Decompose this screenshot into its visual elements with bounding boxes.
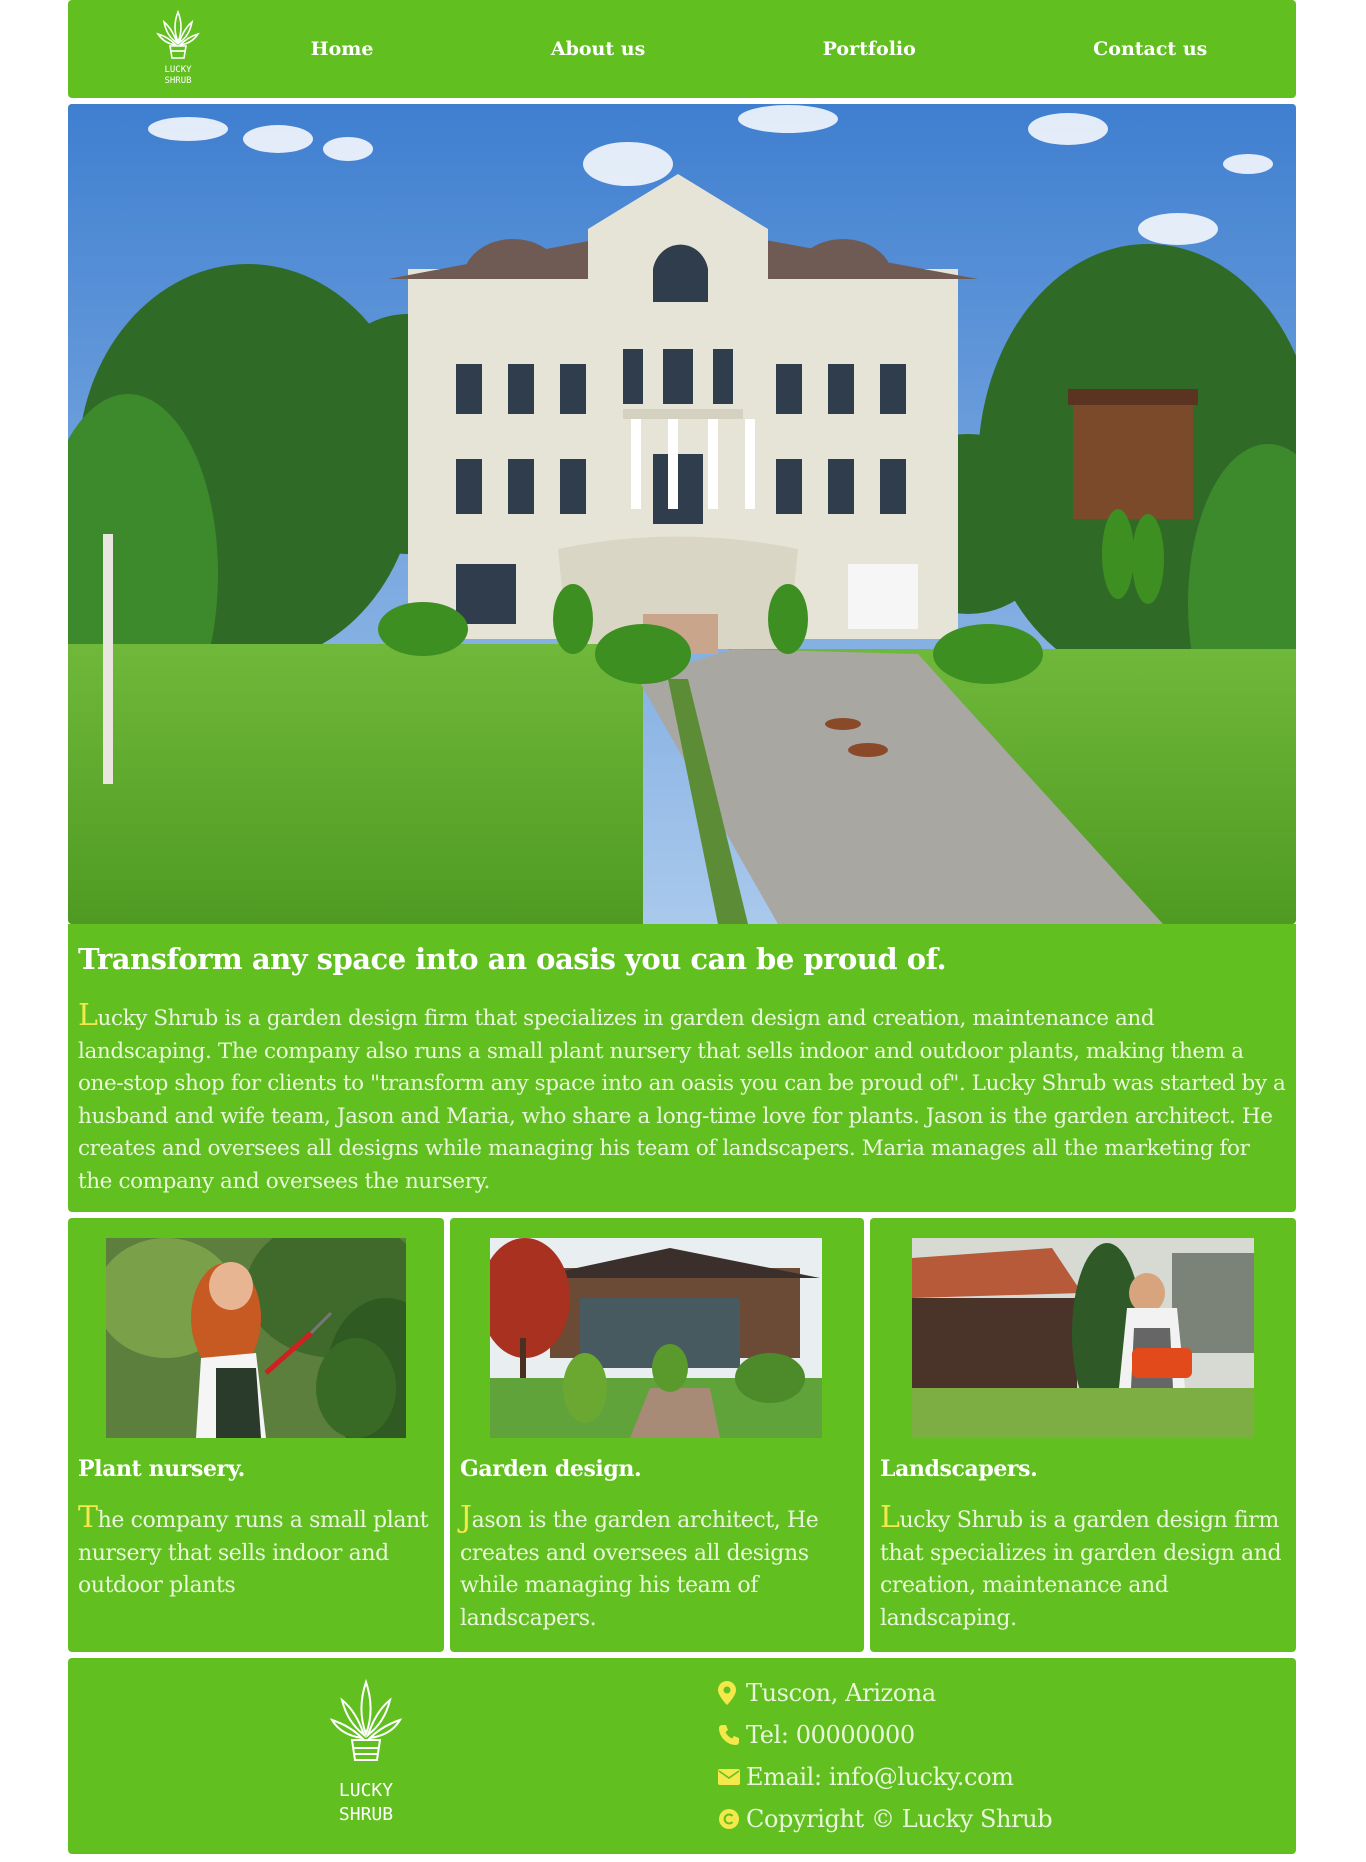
contact-email[interactable]: Email: info@lucky.com [718,1756,1052,1798]
hero-section: rect [68,104,1296,924]
card-dropcap: L [880,1500,900,1535]
email-text: Email: info@lucky.com [746,1763,1014,1791]
intro-body: ucky Shrub is a garden design firm that … [78,1006,1286,1194]
contact-copyright: Copyright © Lucky Shrub [718,1798,1053,1840]
card-body: ason is the garden architect, He creates… [460,1508,819,1631]
footer: LUCKY SHRUB Tuscon, Arizona Tel: 0000000… [68,1658,1296,1854]
card-text: Lucky Shrub is a garden design firm that… [880,1500,1290,1635]
footer-logo: LUCKY SHRUB [329,1678,403,1825]
card-title: Plant nursery. [78,1456,245,1482]
woman-pruning-shrub-image [106,1238,406,1438]
contact-phone[interactable]: Tel: 00000000 [718,1714,1052,1756]
copyright-text: Copyright © Lucky Shrub [746,1805,1053,1833]
shrub-logo-icon: LUCKY SHRUB [156,9,200,86]
nav-contact-us[interactable]: Contact us [1093,38,1207,60]
card-dropcap: T [78,1500,98,1535]
card-dropcap: J [460,1500,472,1535]
intro-paragraph: Lucky Shrub is a garden design firm that… [78,998,1288,1198]
envelope-icon [718,1769,746,1785]
top-navbar: LUCKY SHRUB Home About us Portfolio Cont… [68,0,1296,98]
house-garden-image [490,1238,822,1438]
svg-text:LUCKY: LUCKY [339,1780,393,1801]
intro-heading: Transform any space into an oasis you ca… [78,942,947,976]
copyright-icon [718,1808,746,1830]
nav-about-us[interactable]: About us [551,38,645,60]
hero-mansion-image: rect [68,104,1296,924]
nav-home[interactable]: Home [311,38,374,60]
card-plant-nursery: Plant nursery. The company runs a small … [68,1218,444,1652]
phone-text: Tel: 00000000 [746,1721,915,1749]
svg-text:SHRUB: SHRUB [339,1804,393,1825]
card-title: Landscapers. [880,1456,1038,1482]
svg-text:LUCKY: LUCKY [164,65,192,75]
contact-list: Tuscon, Arizona Tel: 00000000 Email: inf… [718,1672,1053,1840]
nav-logo[interactable]: LUCKY SHRUB [68,0,202,98]
card-garden-design: Garden design. Jason is the garden archi… [450,1218,864,1652]
nav-portfolio[interactable]: Portfolio [823,38,916,60]
intro-section: Transform any space into an oasis you ca… [68,924,1296,1212]
card-body: he company runs a small plant nursery th… [78,1508,429,1598]
card-text: The company runs a small plant nursery t… [78,1500,438,1603]
nav-links: Home About us Portfolio Contact us [202,38,1296,60]
contact-location: Tuscon, Arizona [718,1672,1052,1714]
intro-dropcap: L [78,998,98,1033]
svg-text:SHRUB: SHRUB [164,76,191,86]
man-hedge-trimmer-image [912,1238,1254,1438]
card-text: Jason is the garden architect, He create… [460,1500,856,1635]
phone-icon [718,1724,746,1746]
card-title: Garden design. [460,1456,642,1482]
card-landscapers: Landscapers. Lucky Shrub is a garden des… [870,1218,1296,1652]
location-text: Tuscon, Arizona [746,1679,936,1707]
map-pin-icon [718,1681,746,1705]
card-body: ucky Shrub is a garden design firm that … [880,1508,1282,1631]
